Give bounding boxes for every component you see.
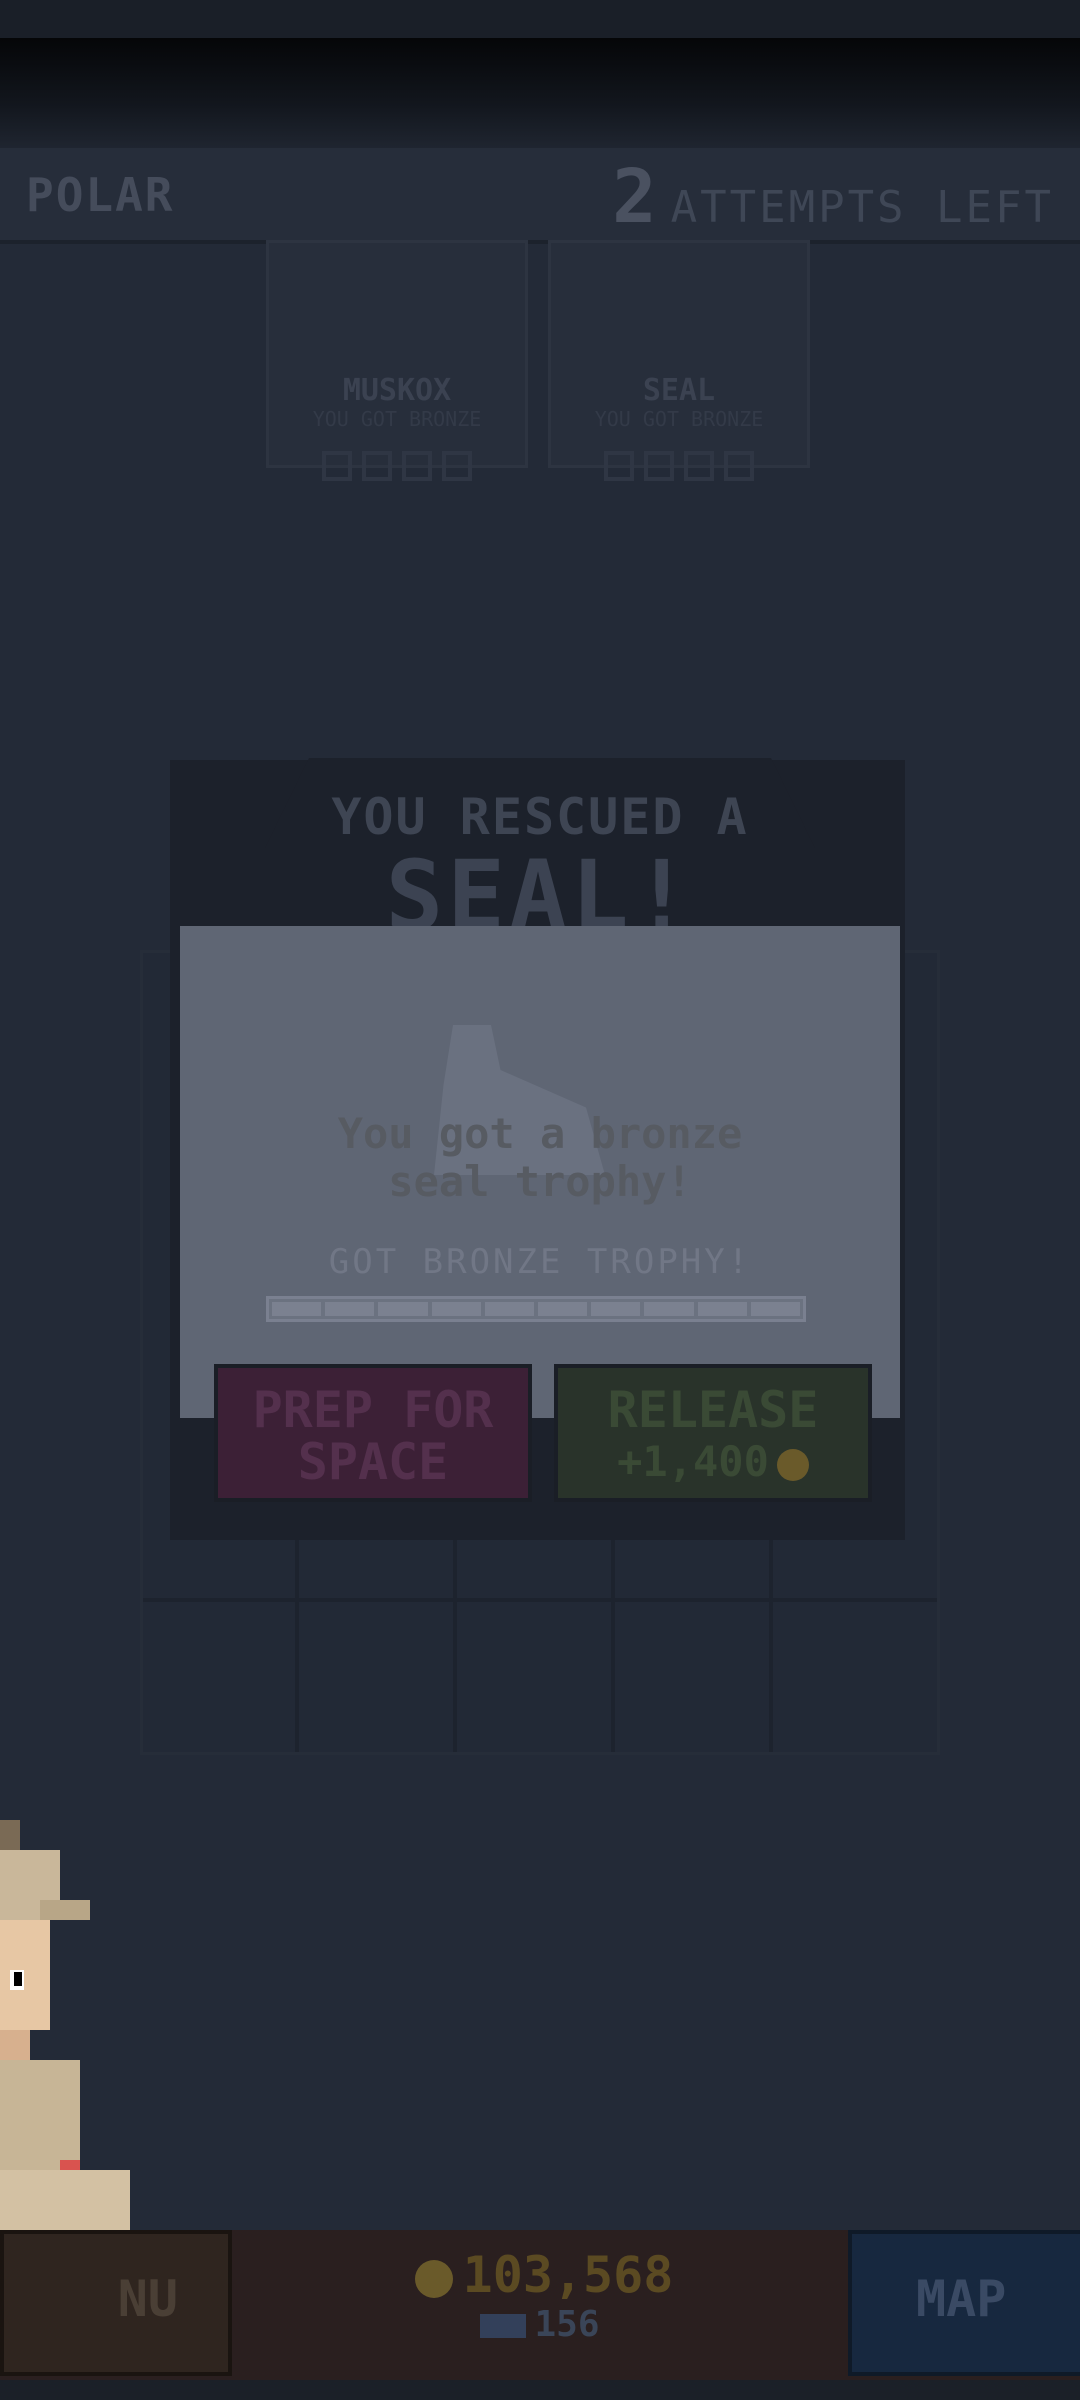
nav-bar: [0, 2380, 1080, 2400]
trophy-slot: [724, 451, 754, 481]
trophy-slots: [551, 451, 807, 481]
progress-label: GOT BRONZE TROPHY!: [328, 1242, 752, 1282]
animal-card-subtitle: YOU GOT BRONZE: [594, 407, 764, 431]
trophy-message: You got a bronze seal trophy!: [337, 1109, 743, 1206]
rescue-title: YOU RESCUED A: [331, 788, 749, 846]
attempts-label: ATTEMPTS LEFT: [670, 182, 1054, 233]
top-shade: [0, 38, 1080, 148]
animal-card-name: MUSKOX: [342, 373, 452, 408]
status-bar: [0, 0, 1080, 38]
trophy-slot: [604, 451, 634, 481]
attempts-indicator: 2 ATTEMPTS LEFT: [612, 154, 1054, 240]
release-button[interactable]: RELEASE +1,400: [554, 1364, 872, 1502]
trophy-slot: [322, 451, 352, 481]
map-button[interactable]: MAP: [848, 2230, 1080, 2376]
prep-for-space-button[interactable]: PREP FOR SPACE: [214, 1364, 532, 1502]
trophy-slot: [362, 451, 392, 481]
animal-card-muskox[interactable]: MUSKOX YOU GOT BRONZE: [266, 240, 528, 481]
animal-card-name: SEAL: [642, 373, 716, 408]
header-bar: POLAR 2 ATTEMPTS LEFT: [0, 148, 1080, 244]
ticket-icon: [480, 2314, 527, 2338]
coin-icon: [414, 2259, 453, 2298]
trophy-slot: [442, 451, 472, 481]
trophy-slot: [402, 451, 432, 481]
trophy-slot: [684, 451, 714, 481]
animal-card-seal[interactable]: SEAL YOU GOT BRONZE: [548, 240, 810, 481]
coin-icon: [776, 1448, 809, 1481]
attempts-count: 2: [612, 154, 657, 240]
trophy-slot: [644, 451, 674, 481]
animal-card-subtitle: YOU GOT BRONZE: [312, 407, 482, 431]
trophy-slots: [269, 451, 525, 481]
region-label: POLAR: [26, 168, 175, 222]
trophy-progress-bar: [266, 1296, 806, 1322]
